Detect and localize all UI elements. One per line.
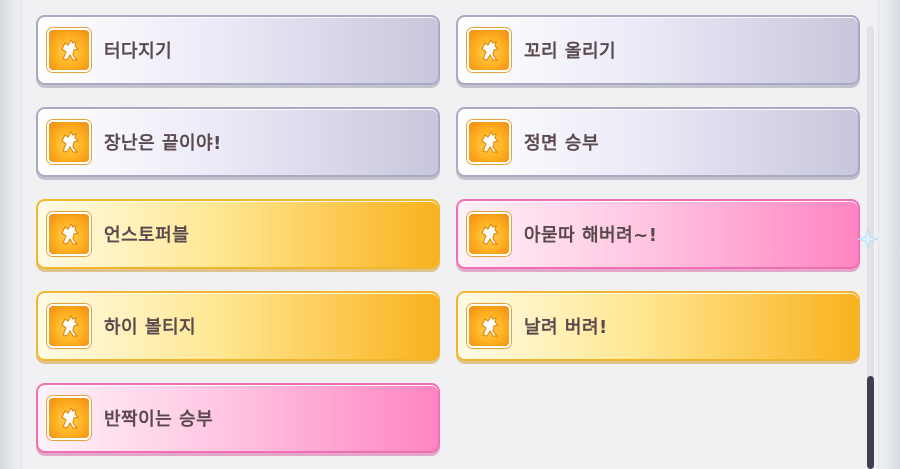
skill-item[interactable]: 아묻따 해버려~!: [456, 199, 860, 269]
skill-item[interactable]: 꼬리 올리기: [456, 15, 860, 85]
scrollbar-thumb[interactable]: [867, 376, 874, 469]
skill-label: 날려 버려!: [524, 317, 608, 338]
horse-silhouette-icon: [47, 304, 91, 348]
skill-label: 반짝이는 승부: [104, 409, 214, 430]
skill-item[interactable]: 반짝이는 승부: [36, 383, 440, 453]
horse-silhouette-icon: [47, 120, 91, 164]
skill-label: 꼬리 올리기: [524, 41, 617, 62]
skill-item[interactable]: 장난은 끝이야!: [36, 107, 440, 177]
skill-item[interactable]: 터다지기: [36, 15, 440, 85]
horse-silhouette-icon: [467, 120, 511, 164]
skill-label: 하이 볼티지: [104, 317, 197, 338]
skill-label: 터다지기: [104, 41, 173, 62]
skill-label: 언스토퍼블: [104, 225, 190, 246]
skill-label: 정면 승부: [524, 133, 600, 154]
horse-silhouette-icon: [467, 28, 511, 72]
horse-silhouette-icon: [467, 304, 511, 348]
skill-grid: 터다지기 꼬리 올리기 장난은 끝이야! 정면 승부 언스토퍼블 아묻따 해버려…: [36, 15, 860, 453]
skill-label: 장난은 끝이야!: [104, 133, 222, 154]
horse-silhouette-icon: [47, 212, 91, 256]
sparkle-icon: [857, 228, 879, 250]
horse-silhouette-icon: [467, 212, 511, 256]
skill-label: 아묻따 해버려~!: [524, 225, 658, 246]
skill-item[interactable]: 하이 볼티지: [36, 291, 440, 361]
skill-item[interactable]: 정면 승부: [456, 107, 860, 177]
skill-item[interactable]: 날려 버려!: [456, 291, 860, 361]
horse-silhouette-icon: [47, 28, 91, 72]
skill-item[interactable]: 언스토퍼블: [36, 199, 440, 269]
horse-silhouette-icon: [47, 396, 91, 440]
